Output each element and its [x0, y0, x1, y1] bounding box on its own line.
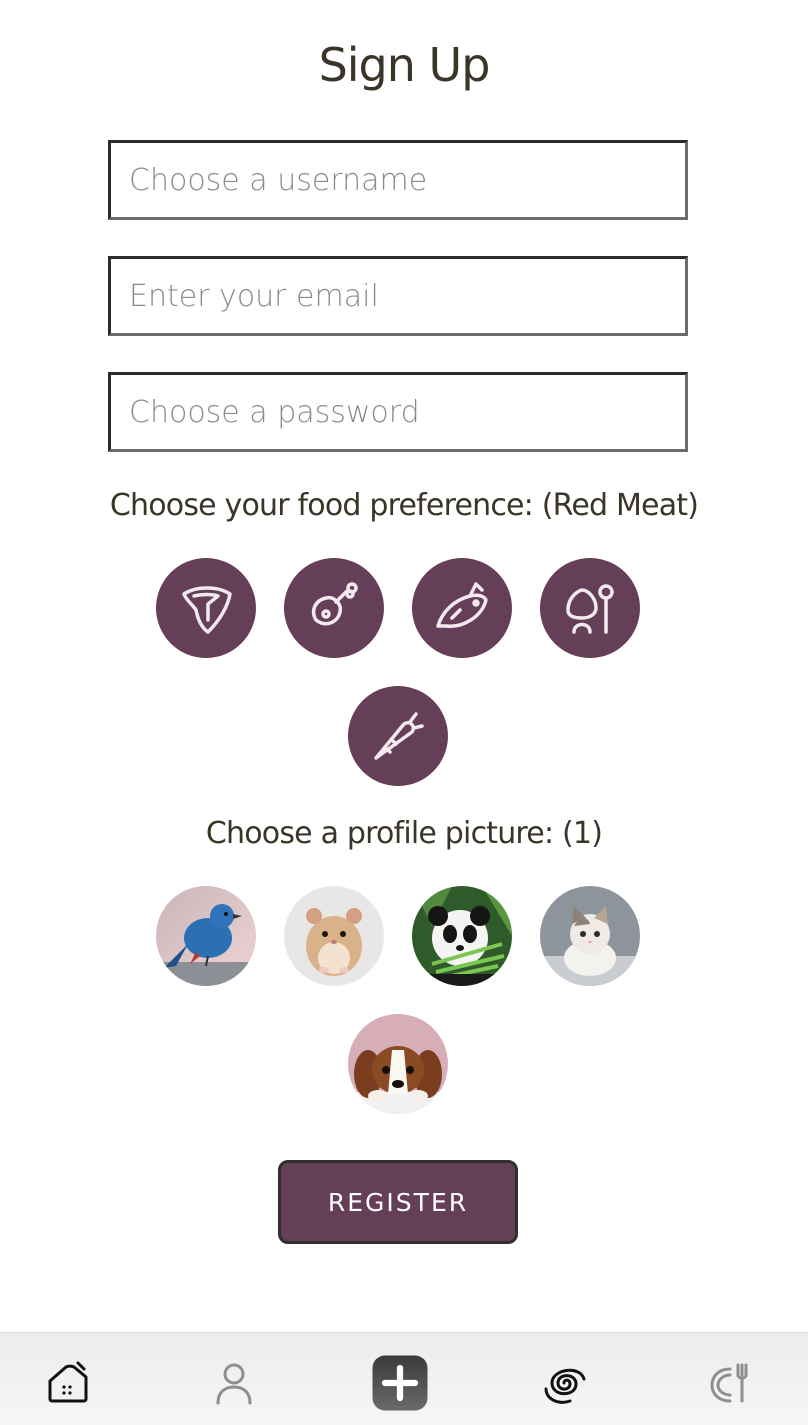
- chicken-leg-icon: [311, 582, 358, 626]
- spiral-icon: [544, 1368, 586, 1404]
- profile-icon: [216, 1363, 252, 1405]
- steak-icon: [182, 586, 232, 634]
- username-input[interactable]: [108, 140, 688, 220]
- fish-icon: [436, 582, 488, 628]
- password-input[interactable]: [108, 372, 688, 452]
- register-button[interactable]: REGISTER: [278, 1160, 518, 1244]
- nav-home[interactable]: [28, 1343, 108, 1423]
- profile-picture-hamster[interactable]: [284, 886, 384, 986]
- nav-cook[interactable]: [690, 1343, 770, 1423]
- bottom-navigation: [0, 1332, 808, 1425]
- nav-add[interactable]: [360, 1343, 440, 1423]
- email-input[interactable]: [108, 256, 688, 336]
- profile-picture-puppy[interactable]: [348, 1014, 448, 1114]
- profile-picture-bird[interactable]: [156, 886, 256, 986]
- food-option-poultry[interactable]: [284, 558, 384, 658]
- profile-picture-kitten[interactable]: [540, 886, 640, 986]
- egg-dairy-icon: [566, 584, 614, 634]
- nav-profile[interactable]: [194, 1343, 274, 1423]
- page-title: Sign Up: [318, 38, 491, 92]
- profile-picture-label: Choose a profile picture: (1): [205, 816, 603, 851]
- home-icon: [48, 1361, 88, 1403]
- food-option-vegetables[interactable]: [348, 686, 448, 786]
- add-icon: [372, 1355, 428, 1411]
- food-option-fish[interactable]: [412, 558, 512, 658]
- food-option-dairy[interactable]: [540, 558, 640, 658]
- nav-explore[interactable]: [524, 1343, 604, 1423]
- carrot-icon: [374, 712, 424, 760]
- food-option-red-meat[interactable]: [156, 558, 256, 658]
- profile-picture-panda[interactable]: [412, 886, 512, 986]
- cook-icon: [710, 1363, 748, 1403]
- food-preference-label: Choose your food preference: (Red Meat): [109, 488, 699, 523]
